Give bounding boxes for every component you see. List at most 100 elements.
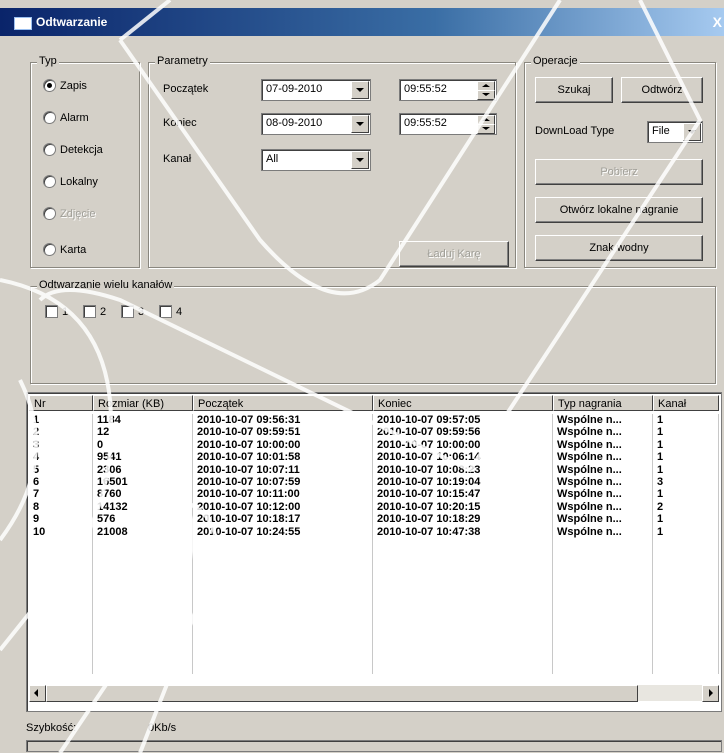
column-header-type[interactable]: Typ nagrania — [553, 395, 653, 411]
radio-zapis[interactable]: Zapis — [43, 79, 87, 92]
empty-cell — [29, 624, 93, 638]
empty-cell — [29, 637, 93, 650]
empty-cell — [373, 587, 553, 600]
channel-checkbox-1[interactable]: 1 — [45, 305, 68, 318]
empty-cell — [553, 599, 653, 613]
cell-start: 2010-10-07 10:24:55 — [193, 525, 373, 538]
status-bar: Szybkość: 0Kb/s — [26, 722, 176, 734]
download-button: Pobierz — [535, 159, 703, 185]
column-header-start[interactable]: Początek — [193, 395, 373, 411]
cell-end: 2010-10-07 09:57:05 — [373, 414, 553, 427]
speed-label: Szybkość: — [26, 722, 77, 734]
empty-cell — [193, 661, 373, 675]
end-date-picker[interactable]: 08-09-2010 — [261, 113, 371, 135]
chevron-down-icon[interactable] — [351, 115, 369, 133]
window-title: Odtwarzanie — [36, 15, 108, 29]
scroll-thumb[interactable] — [46, 685, 638, 702]
cell-start: 2010-10-07 10:11:00 — [193, 488, 373, 501]
play-button[interactable]: Odtwórz — [621, 77, 703, 103]
cell-end: 2010-10-07 10:00:00 — [373, 438, 553, 452]
radio-karta[interactable]: Karta — [43, 243, 86, 256]
table-row[interactable]: 5 2306 2010-10-07 10:07:11 2010-10-07 10:08… — [29, 463, 719, 476]
empty-cell — [373, 624, 553, 638]
recordings-list[interactable]: Nr Rozmiar (KB) Początek Koniec Typ nagr… — [26, 392, 722, 712]
table-row[interactable]: 9 576 2010-10-07 10:18:17 2010-10-07 10:18:… — [29, 513, 719, 526]
empty-cell — [553, 537, 653, 551]
channel-checkbox-4[interactable]: 4 — [159, 305, 182, 318]
window-icon — [14, 17, 32, 30]
empty-cell — [653, 624, 719, 638]
table-row[interactable]: 1 1184 2010-10-07 09:56:31 2010-10-07 09:57… — [29, 414, 719, 427]
spin-down-icon[interactable] — [477, 124, 495, 134]
empty-cell — [553, 575, 653, 588]
table-row[interactable]: 8 14132 2010-10-07 10:12:00 2010-10-07 10:2… — [29, 500, 719, 514]
scroll-right-icon[interactable] — [702, 685, 719, 702]
operations-group-label: Operacje — [531, 55, 580, 67]
table-row[interactable]: 7 8760 2010-10-07 10:11:00 2010-10-07 10:15… — [29, 488, 719, 501]
empty-cell — [93, 575, 193, 588]
empty-cell — [193, 550, 373, 563]
column-header-size[interactable]: Rozmiar (KB) — [93, 395, 193, 411]
table-row[interactable]: 3 0 2010-10-07 10:00:00 2010-10-07 10:00:00… — [29, 438, 719, 452]
load-card-button: Ładuj Karę — [399, 241, 509, 267]
channel-checkbox-3[interactable]: 3 — [121, 305, 144, 318]
empty-cell — [373, 661, 553, 675]
chevron-down-icon[interactable] — [351, 151, 369, 169]
empty-row — [29, 550, 719, 563]
column-header-end[interactable]: Koniec — [373, 395, 553, 411]
checkbox-label: 2 — [100, 305, 107, 318]
end-time-stepper[interactable]: 09:55:52 — [399, 113, 497, 135]
column-header-nr[interactable]: Nr — [29, 395, 93, 411]
watermark-button[interactable]: Znak wodny — [535, 235, 703, 261]
search-button[interactable]: Szukaj — [535, 77, 613, 103]
empty-cell — [93, 537, 193, 551]
start-date-picker[interactable]: 07-09-2010 — [261, 79, 371, 101]
checkbox-label: 4 — [176, 305, 183, 318]
end-date-value: 08-09-2010 — [266, 117, 323, 129]
radio-alarm[interactable]: Alarm — [43, 111, 89, 124]
empty-row — [29, 562, 719, 576]
table-row[interactable]: 10 21008 2010-10-07 10:24:55 2010-10-07 10:… — [29, 525, 719, 538]
spin-down-icon[interactable] — [477, 90, 495, 100]
chevron-down-icon[interactable] — [351, 81, 369, 99]
title-bar[interactable]: Odtwarzanie X — [0, 8, 724, 36]
radio-label: Zdjęcie — [60, 207, 96, 220]
cell-type: Wspólne n... — [553, 414, 653, 427]
table-row[interactable]: 2 12 2010-10-07 09:59:51 2010-10-07 09:59:5… — [29, 426, 719, 439]
cell-end: 2010-10-07 10:18:29 — [373, 513, 553, 526]
table-row[interactable]: 4 9541 2010-10-07 10:01:58 2010-10-07 10:06… — [29, 451, 719, 464]
chevron-down-icon[interactable] — [683, 123, 701, 141]
download-type-select[interactable]: File — [647, 121, 703, 143]
channel-value: All — [266, 153, 279, 165]
empty-cell — [193, 612, 373, 625]
cell-size: 576 — [93, 513, 193, 526]
start-time-stepper[interactable]: 09:55:52 — [399, 79, 497, 101]
cell-type: Wspólne n... — [553, 513, 653, 526]
scroll-left-icon[interactable] — [29, 685, 46, 702]
radio-detekcja[interactable]: Detekcja — [43, 143, 103, 156]
cell-channel: 1 — [653, 488, 719, 501]
params-group: Parametry Początek 07-09-2010 09:55:52 K… — [148, 55, 516, 268]
empty-cell — [93, 637, 193, 650]
close-button[interactable]: X — [713, 14, 722, 30]
cell-end: 2010-10-07 10:19:04 — [373, 475, 553, 489]
radio-lokalny[interactable]: Lokalny — [43, 175, 98, 188]
empty-cell — [653, 649, 719, 662]
empty-cell — [193, 649, 373, 662]
speed-value: 0Kb/s — [148, 722, 177, 734]
horizontal-scrollbar[interactable] — [29, 685, 719, 702]
cell-end: 2010-10-07 10:08:23 — [373, 463, 553, 476]
cell-type: Wspólne n... — [553, 500, 653, 514]
empty-cell — [193, 599, 373, 613]
cell-type: Wspólne n... — [553, 438, 653, 452]
channel-checkbox-2[interactable]: 2 — [83, 305, 106, 318]
cell-size: 1184 — [93, 414, 193, 427]
cell-start: 2010-10-07 09:59:51 — [193, 426, 373, 439]
channel-select[interactable]: All — [261, 149, 371, 171]
empty-cell — [553, 562, 653, 576]
open-local-recording-button[interactable]: Otwórz lokalne nagranie — [535, 197, 703, 223]
cell-size: 2306 — [93, 463, 193, 476]
table-row[interactable]: 6 16501 2010-10-07 10:07:59 2010-10-07 10:1… — [29, 475, 719, 489]
column-header-channel[interactable]: Kanał — [653, 395, 719, 411]
radio-label: Lokalny — [60, 175, 98, 188]
